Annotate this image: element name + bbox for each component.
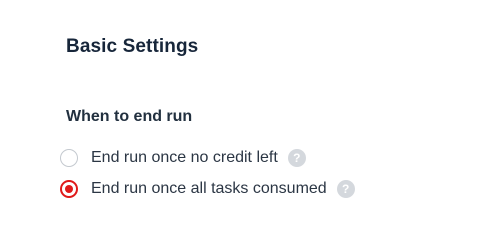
section-title: Basic Settings [66,36,199,57]
radio-option-label: End run once no credit left [91,149,278,166]
radio-option-all-tasks-consumed[interactable]: End run once all tasks consumed ? [60,177,355,201]
radio-option-no-credit-left[interactable]: End run once no credit left ? [60,146,306,170]
radio-option-label: End run once all tasks consumed [91,180,327,197]
help-icon[interactable]: ? [336,180,355,198]
radio-button-unchecked[interactable] [60,149,78,167]
basic-settings-panel: Basic Settings When to end run End run o… [0,0,502,240]
end-run-group-label: When to end run [66,108,193,125]
help-icon[interactable]: ? [287,149,306,167]
radio-button-checked[interactable] [60,180,78,198]
